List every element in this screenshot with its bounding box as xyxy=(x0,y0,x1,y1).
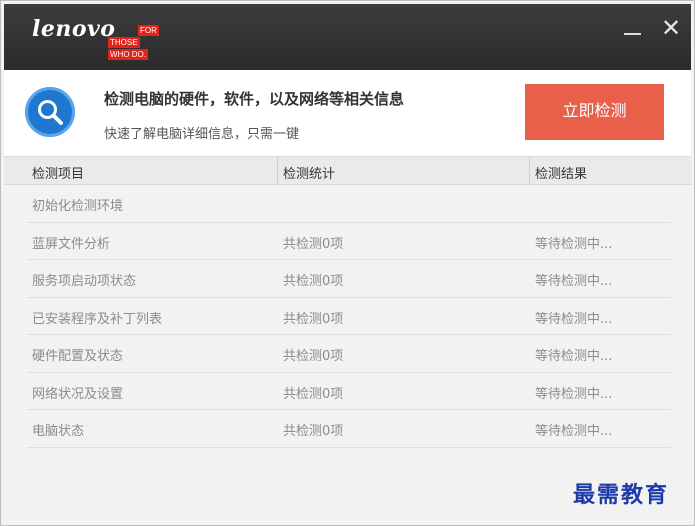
column-header-item[interactable]: 检测项目 xyxy=(32,163,84,182)
row-stat: 共检测0项 xyxy=(283,236,344,252)
header-panel: 检测电脑的硬件，软件，以及网络等相关信息 快速了解电脑详细信息，只需一键 立即检… xyxy=(4,70,691,156)
header-subtitle: 快速了解电脑详细信息，只需一键 xyxy=(104,127,300,142)
row-stat: 共检测0项 xyxy=(283,386,344,402)
table-row[interactable]: 网络状况及设置 共检测0项 等待检测中... xyxy=(27,373,671,410)
column-header-result[interactable]: 检测结果 xyxy=(535,163,587,182)
row-item: 网络状况及设置 xyxy=(32,386,124,402)
table-row[interactable]: 蓝屏文件分析 共检测0项 等待检测中... xyxy=(27,223,671,260)
row-item: 蓝屏文件分析 xyxy=(32,236,111,252)
table-row[interactable]: 初始化检测环境 xyxy=(27,185,671,223)
title-bar: lenovo FOR THOSE WHO DO. ✕ xyxy=(4,4,691,70)
row-stat: 共检测0项 xyxy=(283,311,344,327)
watermark: 最需教育 xyxy=(573,482,670,508)
magnifier-icon xyxy=(38,100,63,125)
table-row[interactable]: 服务项启动项状态 共检测0项 等待检测中... xyxy=(27,260,671,298)
table-row[interactable]: 电脑状态 共检测0项 等待检测中... xyxy=(27,410,671,448)
row-result: 等待检测中... xyxy=(535,386,613,402)
search-icon xyxy=(25,87,75,137)
row-stat: 共检测0项 xyxy=(283,274,344,289)
row-result: 等待检测中... xyxy=(535,349,613,364)
table-row[interactable]: 硬件配置及状态 共检测0项 等待检测中... xyxy=(27,335,671,373)
table-header: 检测项目 检测统计 检测结果 xyxy=(4,156,691,185)
slogan-badge: FOR THOSE WHO DO. xyxy=(108,25,166,63)
check-list: 初始化检测环境 蓝屏文件分析 共检测0项 等待检测中... 服务项启动项状态 共… xyxy=(4,185,691,448)
row-item: 已安装程序及补丁列表 xyxy=(32,311,163,327)
column-divider xyxy=(529,157,530,185)
row-stat: 共检测0项 xyxy=(283,349,344,364)
row-result: 等待检测中... xyxy=(535,311,613,327)
detect-now-button[interactable]: 立即检测 xyxy=(525,84,664,140)
slogan-line: THOSE xyxy=(108,37,140,48)
row-item: 初始化检测环境 xyxy=(32,199,124,214)
table-row[interactable]: 已安装程序及补丁列表 共检测0项 等待检测中... xyxy=(27,298,671,335)
column-header-stat[interactable]: 检测统计 xyxy=(283,163,335,182)
row-stat: 共检测0项 xyxy=(283,424,344,439)
slogan-line: WHO DO. xyxy=(108,49,148,60)
row-item: 电脑状态 xyxy=(32,424,85,439)
row-item: 硬件配置及状态 xyxy=(32,349,124,364)
row-result: 等待检测中... xyxy=(535,236,613,252)
close-button[interactable]: ✕ xyxy=(658,16,684,42)
app-window: lenovo FOR THOSE WHO DO. ✕ 检测电脑的硬件，软件，以及… xyxy=(0,0,695,526)
column-divider xyxy=(277,157,278,185)
row-result: 等待检测中... xyxy=(535,424,613,439)
lenovo-logo: lenovo xyxy=(32,16,116,42)
header-title: 检测电脑的硬件，软件，以及网络等相关信息 xyxy=(104,90,405,108)
minimize-button[interactable] xyxy=(620,18,646,44)
row-item: 服务项启动项状态 xyxy=(32,274,137,289)
row-result: 等待检测中... xyxy=(535,274,613,289)
slogan-line: FOR xyxy=(138,25,159,36)
